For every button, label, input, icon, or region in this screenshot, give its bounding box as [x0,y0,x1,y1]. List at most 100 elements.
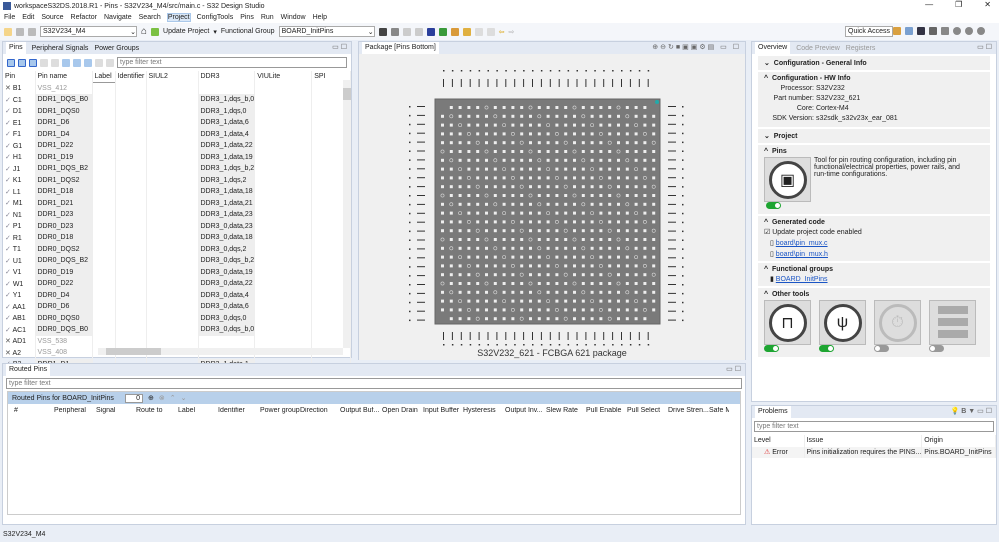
pins-horizontal-scrollbar[interactable] [98,348,343,355]
pin-row[interactable]: ✕ AD1 VSS_538 [3,335,351,347]
tab-overview[interactable]: Overview [755,42,791,54]
pin-row[interactable]: ✓ J1 DDR1_DQS_B2 DDR3_1,dqs_b,2 [3,163,351,175]
routed-col[interactable]: Safe M [709,407,729,414]
new-icon[interactable] [4,27,12,36]
menu-help[interactable]: Help [313,14,327,21]
col-level[interactable]: Level [752,435,805,447]
project-select[interactable]: S32V234_M4 ⌄ [40,26,137,37]
routed-check-icon[interactable]: ✓ [5,304,11,311]
configure-icon[interactable] [390,27,399,36]
routed-check-icon[interactable]: ✓ [5,246,11,253]
routed-check-icon[interactable]: ✓ [5,223,11,230]
usb-tool-toggle[interactable] [819,345,834,352]
tab-code-preview[interactable]: Code Preview [796,45,840,52]
routed-check-icon[interactable]: ✓ [5,166,11,173]
perspective-timer-icon[interactable] [953,27,961,35]
functional-group-select[interactable]: BOARD_InitPins ⌄ [278,26,375,37]
routed-col[interactable]: Output Inv... [505,407,546,414]
perspective-cpp-icon[interactable] [905,27,913,35]
routed-col[interactable]: Peripheral [54,407,96,414]
w-icon[interactable] [40,58,48,67]
tab-pins[interactable]: Pins [6,42,26,54]
package-toolbar[interactable]: ⊕⊖↻■▣▣⚙▤ ▭ ☐ [652,43,741,51]
nav-icon[interactable] [486,27,495,36]
maximize-icon[interactable]: ❐ [955,0,962,9]
routed-filter-input[interactable]: type filter text [6,378,742,389]
pin-row[interactable]: ✓ Y1 DDR0_D4 DDR3_0,data,4 [3,289,351,301]
pin-row[interactable]: ✓ N1 DDR1_D23 DDR3_1,data,23 [3,209,351,221]
annotation-icon[interactable] [474,27,483,36]
menu-search[interactable]: Search [139,14,161,21]
unroutable-x-icon[interactable]: ✕ [5,338,11,345]
routed-col[interactable]: Drive Stren... [668,407,709,414]
pin-row[interactable]: ✓ E1 DDR1_D6 DDR3_1,data,6 [3,117,351,129]
routed-check-icon[interactable]: ✓ [5,200,11,207]
routed-col[interactable]: Signal [96,407,136,414]
menu-refactor[interactable]: Refactor [71,14,97,21]
routed-col[interactable]: Hysteresis [463,407,505,414]
menu-source[interactable]: Source [41,14,63,21]
tab-problems[interactable]: Problems [755,406,791,418]
save-all-icon[interactable] [28,27,36,36]
routed-col[interactable]: Power group [260,407,300,414]
menu-pins[interactable]: Pins [240,14,254,21]
peripherals-tool-toggle[interactable] [929,345,944,352]
pin-row[interactable]: ✓ R1 DDR0_D18 DDR3_0,data,18 [3,232,351,244]
menu-project[interactable]: Project [166,13,191,22]
menu-configtools[interactable]: ConfigTools [197,14,234,21]
lightbulb-icon[interactable]: 💡 [951,408,960,415]
col-viulite[interactable]: VIULite [254,71,313,83]
pin-row[interactable]: ✓ P1 DDR0_D23 DDR3_0,data,23 [3,220,351,232]
tab-peripheral-signals[interactable]: Peripheral Signals [32,45,89,52]
routed-check-icon[interactable]: ✓ [5,269,11,276]
routed-check-icon[interactable]: ✓ [5,258,11,265]
perspective-usb-icon[interactable] [941,27,949,35]
file-link-pin-mux-c[interactable]: board\pin_mux.c [776,240,828,247]
group-link[interactable]: BOARD_InitPins [776,276,828,283]
perspective-other-icon[interactable] [977,27,985,35]
perspective-clocks-icon[interactable] [929,27,937,35]
pin-row[interactable]: ✓ H1 DDR1_D19 DDR3_1,data,19 [3,151,351,163]
pins-filter-input[interactable]: type filter text [117,57,347,68]
usb-tool-button[interactable]: ψ [819,300,866,345]
pin-row[interactable]: ✓ W1 DDR0_D22 DDR3_0,data,22 [3,278,351,290]
routed-check-icon[interactable]: ✓ [5,315,11,322]
col-pin-name[interactable]: Pin name [35,71,93,83]
pin-row[interactable]: ✓ U1 DDR0_DQS_B2 DDR3_0,dqs_b,2 [3,255,351,267]
route-in-icon[interactable] [73,58,81,67]
pin-row[interactable]: ✓ AC1 DDR0_DQS_B0 DDR3_0,dqs_b,0 [3,324,351,336]
tab-power-groups[interactable]: Power Groups [94,45,139,52]
routed-col[interactable]: Slew Rate [546,407,586,414]
col-identifier[interactable]: Identifier [115,71,147,83]
routed-check-icon[interactable]: ✓ [5,292,11,299]
update-code-checkbox[interactable]: ☑ [764,229,770,236]
routed-check-icon[interactable]: ✓ [5,108,11,115]
close-icon[interactable]: ✕ [984,0,991,9]
routed-check-icon[interactable]: ✓ [5,212,11,219]
menu-navigate[interactable]: Navigate [104,14,132,21]
w-all-icon[interactable] [51,58,59,67]
add-row-icon[interactable]: ⊕ [148,394,154,402]
perspective-pins-icon[interactable] [917,27,925,35]
peripherals-tool-button[interactable] [929,300,976,345]
routed-col[interactable]: Input Buffer [423,407,463,414]
routed-check-icon[interactable]: ✓ [5,143,11,150]
back-icon[interactable]: ⇦ [499,28,505,36]
routed-check-icon[interactable]: ✓ [5,281,11,288]
pin-row[interactable]: ✓ V1 DDR0_D19 DDR3_0,data,19 [3,266,351,278]
run-icon[interactable] [438,27,447,36]
view-bottom-icon[interactable] [7,58,15,67]
home-icon[interactable]: ⌂ [141,26,147,37]
routed-count-input[interactable]: 0 [125,393,143,403]
pin-row[interactable]: ✓ M1 DDR1_D21 DDR3_1,data,21 [3,197,351,209]
forward-icon[interactable]: ⇨ [508,28,514,36]
perspective-open-icon[interactable] [893,27,901,35]
file-link-pin-mux-h[interactable]: board\pin_mux.h [776,251,828,258]
col-label[interactable]: Label [92,71,116,83]
route-icon[interactable] [62,58,70,67]
clocks-tool-toggle[interactable] [764,345,779,352]
minimize-maximize-icon[interactable]: ▭ ☐ [332,43,347,51]
menu-file[interactable]: File [4,14,15,21]
timer-tool-button[interactable]: ⏱ [874,300,921,345]
col-origin[interactable]: Origin [921,435,996,447]
